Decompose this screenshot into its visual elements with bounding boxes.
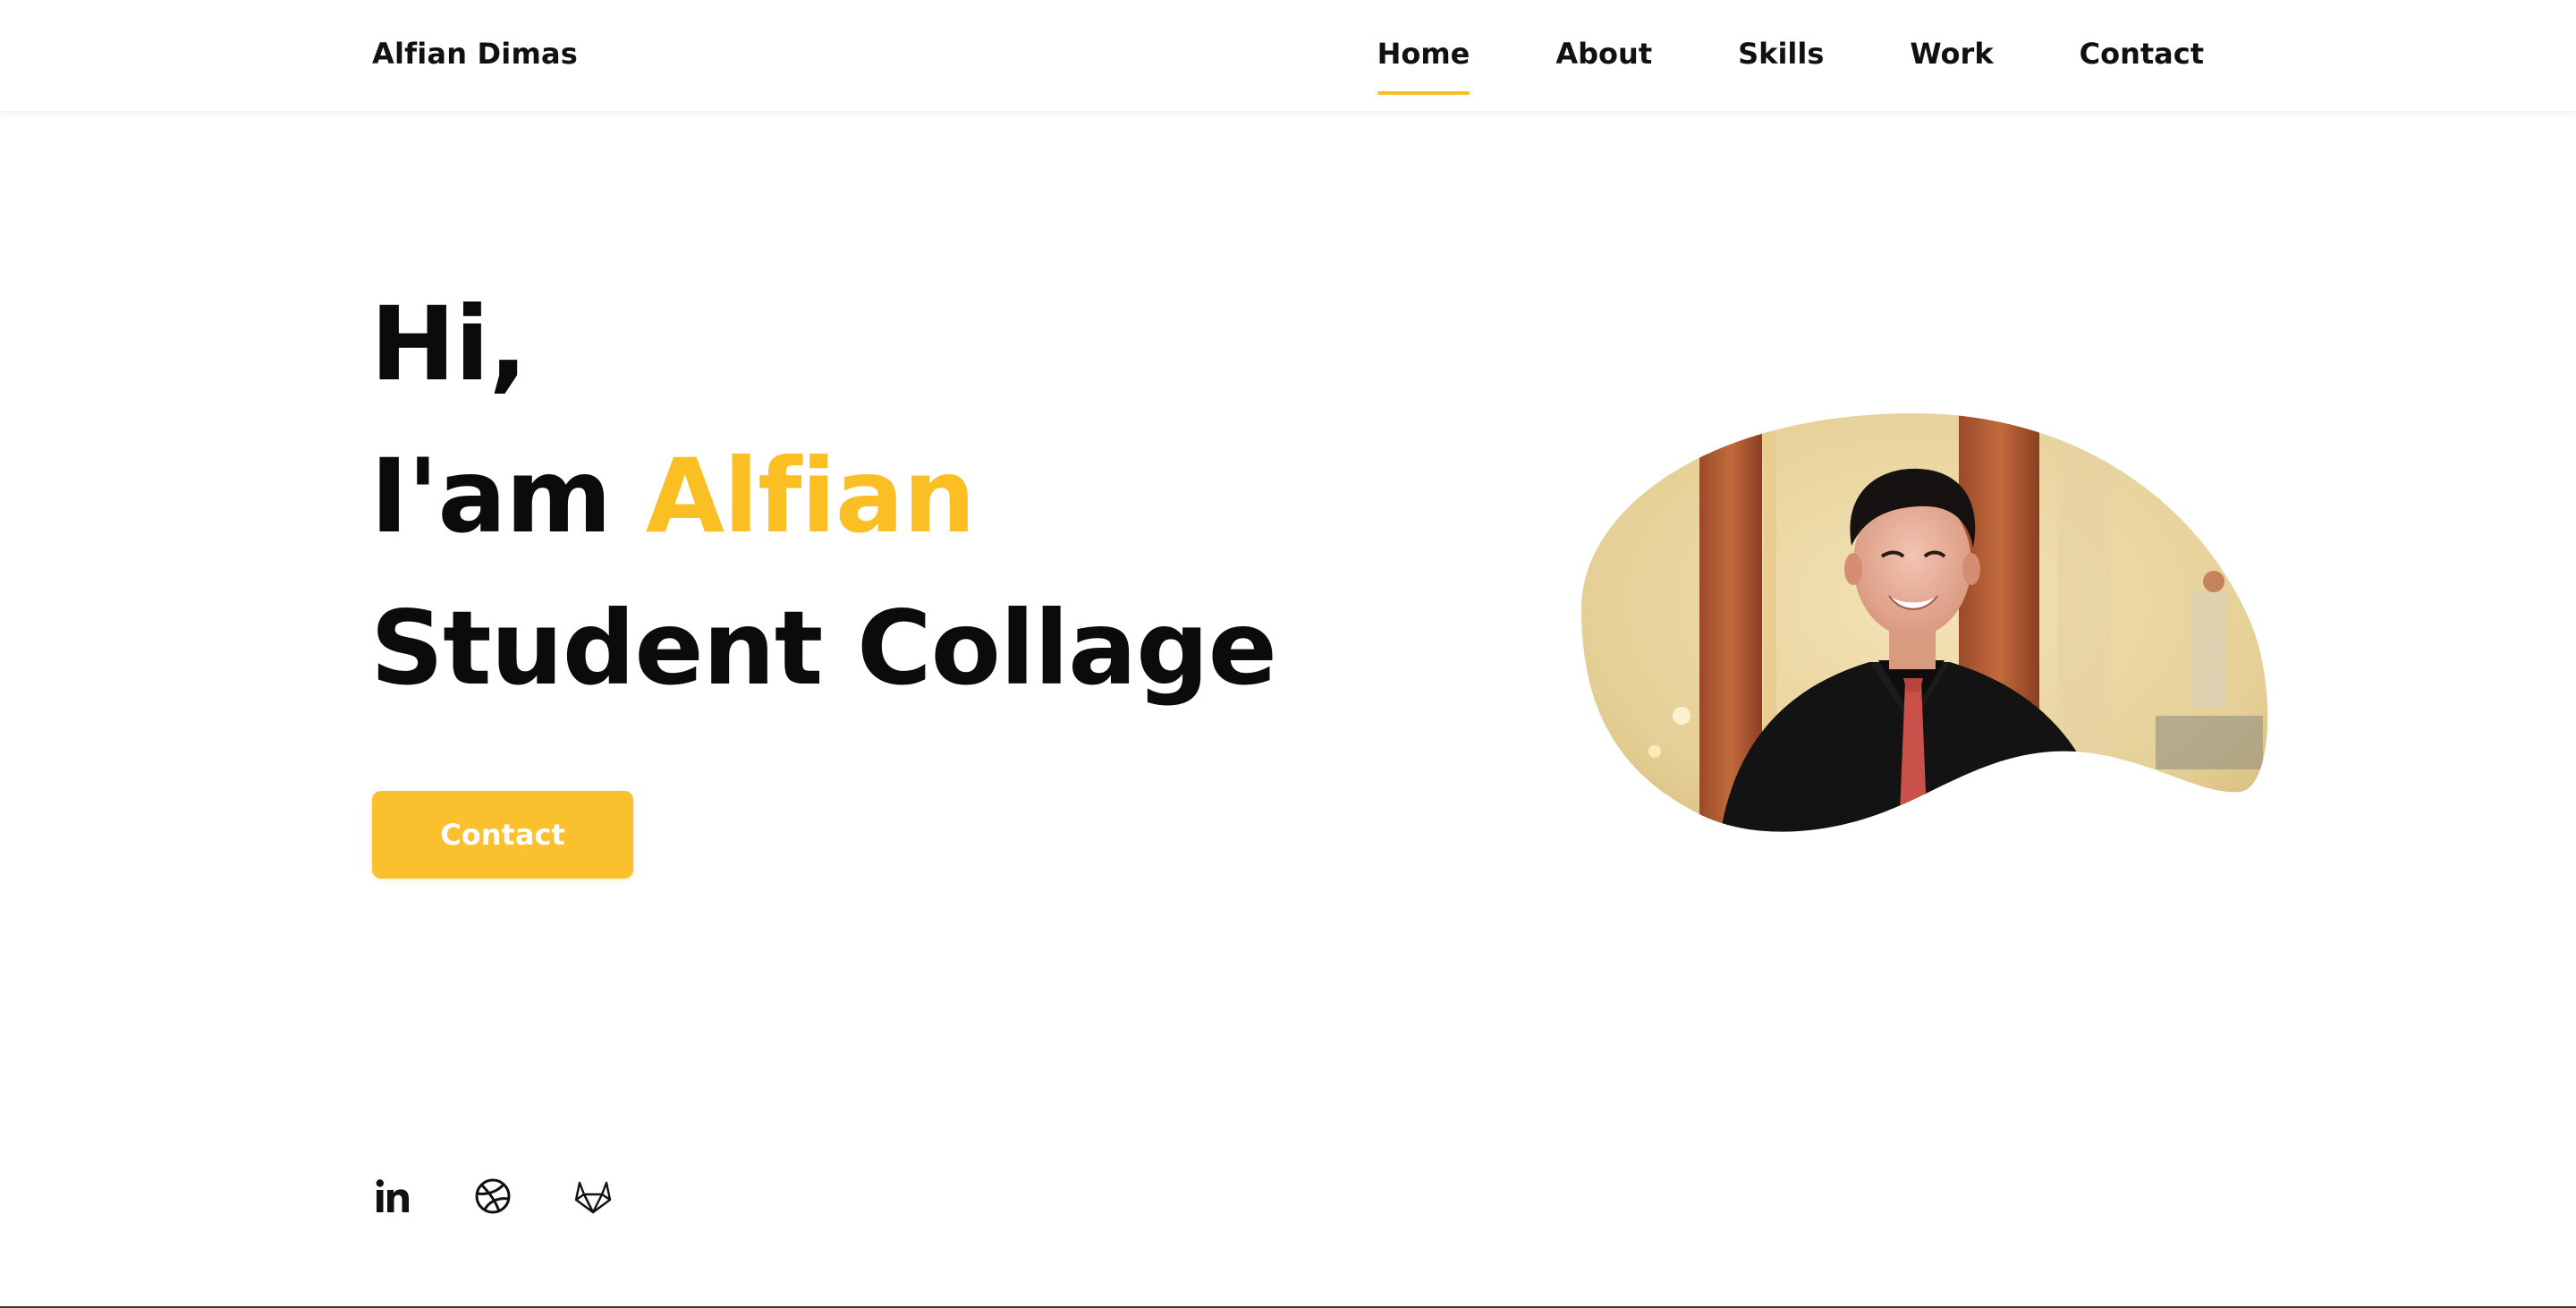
nav-home-link[interactable]: Home — [1377, 32, 1470, 95]
profile-blob-image — [1581, 413, 2268, 832]
linkedin-link[interactable] — [372, 1176, 413, 1217]
hero-name: Alfian — [645, 437, 976, 556]
linkedin-icon — [376, 1179, 409, 1212]
dribbble-icon — [475, 1178, 511, 1214]
social-links — [372, 1176, 673, 1217]
nav-work-link[interactable]: Work — [1910, 32, 1993, 75]
gitlab-link[interactable] — [572, 1176, 614, 1217]
dribbble-link[interactable] — [472, 1176, 513, 1217]
profile-photo — [1574, 394, 2290, 859]
hero-intro-line: I'am Alfian — [370, 420, 1276, 573]
hero-role: Student Collage — [370, 589, 1277, 708]
hero-intro-prefix: I'am — [370, 437, 646, 556]
brand-logo[interactable]: Alfian Dimas — [372, 32, 578, 75]
hero-section: Hi, I'am Alfian Student Collage — [370, 268, 1277, 725]
nav-contact-link[interactable]: Contact — [2080, 32, 2204, 75]
hero-greeting: Hi, — [370, 285, 528, 403]
nav-skills-link[interactable]: Skills — [1738, 32, 1824, 75]
nav-about-link[interactable]: About — [1555, 32, 1652, 75]
portfolio-page: Alfian Dimas Home About Skills Work Cont… — [0, 0, 2576, 1308]
site-header: Alfian Dimas Home About Skills Work Cont… — [0, 0, 2576, 112]
contact-button[interactable]: Contact — [372, 791, 633, 879]
gitlab-icon — [574, 1181, 612, 1214]
nav-list: Home About Skills Work Contact — [1377, 32, 2204, 95]
hero-title: Hi, I'am Alfian Student Collage — [370, 268, 1277, 725]
